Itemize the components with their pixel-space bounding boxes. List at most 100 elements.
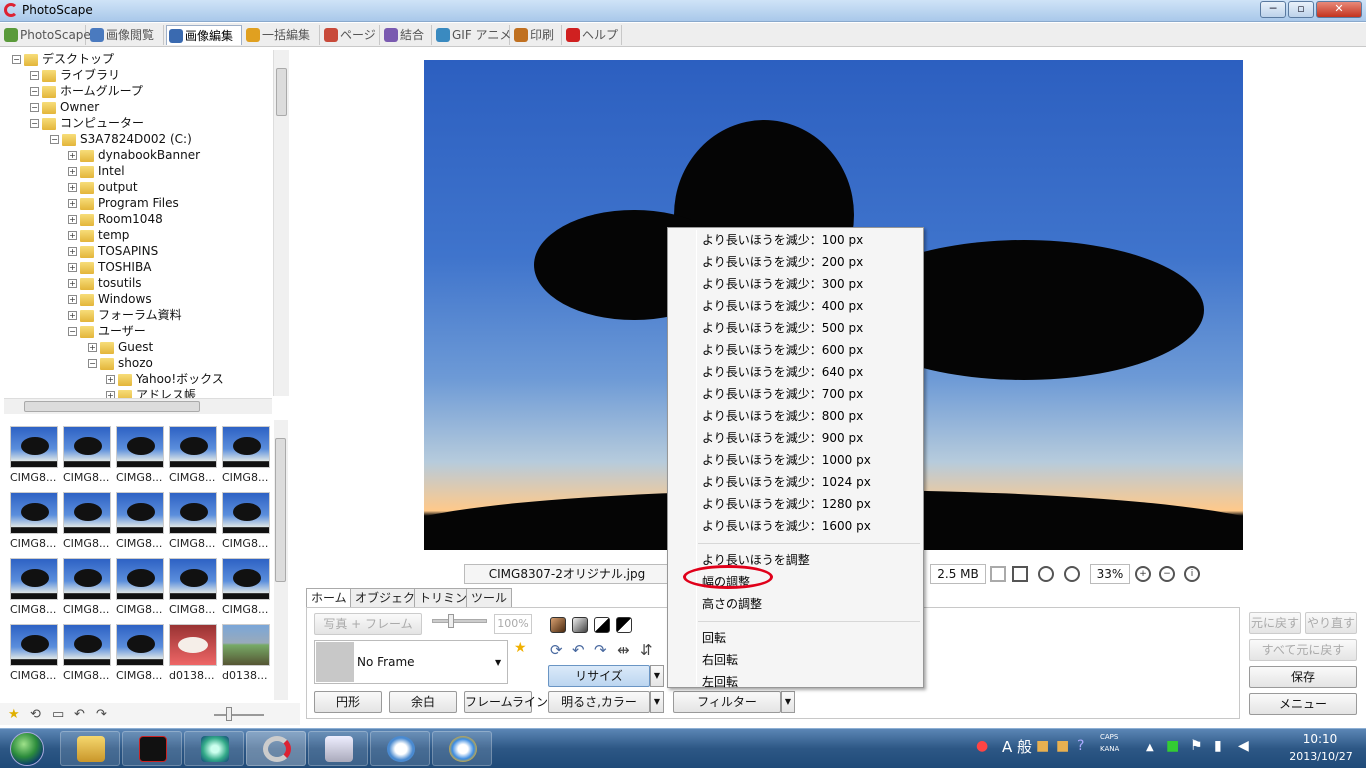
tree-expander-icon[interactable]: + bbox=[68, 247, 77, 256]
menu-item-reduce-longer-side[interactable]: より長いほうを減少：1024 px bbox=[702, 472, 871, 492]
tree-expander-icon[interactable]: − bbox=[30, 119, 39, 128]
tree-node[interactable]: + temp bbox=[68, 227, 129, 243]
tab-batch-editor[interactable]: 一括編集 bbox=[244, 25, 320, 45]
thumbnail-item[interactable]: CIMG8... bbox=[63, 558, 113, 622]
menu-item-adjust-height[interactable]: 高さの調整 bbox=[702, 594, 762, 614]
tray-sync-icon[interactable]: ■ bbox=[1166, 738, 1179, 754]
tree-node[interactable]: − S3A7824D002 (C:) bbox=[50, 131, 192, 147]
zoom-in-icon[interactable]: + bbox=[1135, 566, 1151, 582]
scroll-thumb[interactable] bbox=[276, 68, 287, 116]
tab-photoscape[interactable]: PhotoScape bbox=[2, 25, 91, 45]
save-button[interactable]: 保存 bbox=[1249, 666, 1357, 688]
tree-expander-icon[interactable]: − bbox=[50, 135, 59, 144]
tree-expander-icon[interactable]: + bbox=[68, 263, 77, 272]
auto-contrast-icon[interactable] bbox=[572, 617, 588, 633]
tab-editor[interactable]: 画像編集 bbox=[166, 25, 242, 45]
tree-expander-icon[interactable]: + bbox=[68, 183, 77, 192]
tray-red-icon[interactable]: ● bbox=[976, 738, 988, 754]
tree-expander-icon[interactable]: + bbox=[68, 199, 77, 208]
tree-expander-icon[interactable]: + bbox=[106, 375, 115, 384]
back-arrow-icon[interactable]: ↶ bbox=[74, 707, 85, 722]
tree-node[interactable]: + output bbox=[68, 179, 138, 195]
tree-node[interactable]: − コンピューター bbox=[30, 115, 144, 131]
redo-button[interactable]: やり直す bbox=[1305, 612, 1357, 634]
margin-button[interactable]: 余白 bbox=[389, 691, 457, 713]
tree-expander-icon[interactable]: + bbox=[106, 391, 115, 398]
menu-button[interactable]: メニュー bbox=[1249, 693, 1357, 715]
menu-item-reduce-longer-side[interactable]: より長いほうを減少：300 px bbox=[702, 274, 863, 294]
tree-expander-icon[interactable]: + bbox=[68, 295, 77, 304]
tree-node[interactable]: + TOSHIBA bbox=[68, 259, 151, 275]
thumbnail-item[interactable]: CIMG8... bbox=[222, 492, 272, 556]
menu-item-reduce-longer-side[interactable]: より長いほうを減少：600 px bbox=[702, 340, 863, 360]
taskbar-word[interactable] bbox=[308, 731, 368, 766]
flip-horizontal-icon[interactable]: ⇹ bbox=[617, 641, 630, 659]
minimize-button[interactable]: ─ bbox=[1260, 1, 1286, 18]
thumbnail-item[interactable]: CIMG8... bbox=[169, 558, 219, 622]
menu-item-reduce-longer-side[interactable]: より長いほうを減少：800 px bbox=[702, 406, 863, 426]
tree-node[interactable]: − shozo bbox=[88, 355, 153, 371]
undo-all-button[interactable]: すべて元に戻す bbox=[1249, 639, 1357, 661]
frame-slider[interactable] bbox=[432, 619, 487, 623]
tree-expander-icon[interactable]: + bbox=[68, 167, 77, 176]
menu-item-reduce-longer-side[interactable]: より長いほうを減少：1280 px bbox=[702, 494, 871, 514]
volume-muted-icon[interactable]: ◀ bbox=[1238, 738, 1249, 754]
undo-button[interactable]: 元に戻す bbox=[1249, 612, 1301, 634]
thumbnail-item[interactable]: CIMG8... bbox=[63, 624, 113, 688]
tab-viewer[interactable]: 画像閲覧 bbox=[88, 25, 164, 45]
thumbnail-item[interactable]: CIMG8... bbox=[116, 624, 166, 688]
menu-item-reduce-longer-side[interactable]: より長いほうを減少：700 px bbox=[702, 384, 863, 404]
tree-node[interactable]: − ユーザー bbox=[68, 323, 146, 339]
scroll-thumb[interactable] bbox=[24, 401, 200, 412]
thumbnail-item[interactable]: CIMG8... bbox=[116, 558, 166, 622]
info-icon[interactable]: i bbox=[1184, 566, 1200, 582]
menu-item-reduce-longer-side[interactable]: より長いほうを減少：500 px bbox=[702, 318, 863, 338]
tree-node[interactable]: + Intel bbox=[68, 163, 125, 179]
thumbnail-item[interactable]: d0138... bbox=[222, 624, 272, 688]
clock-time[interactable]: 10:10 bbox=[1290, 732, 1350, 746]
tree-expander-icon[interactable]: + bbox=[68, 311, 77, 320]
menu-item-rotate[interactable]: 回転 bbox=[702, 628, 726, 648]
taskbar-explorer[interactable] bbox=[60, 731, 120, 766]
zoom-original-icon[interactable] bbox=[1038, 566, 1054, 582]
frame-slider-knob[interactable] bbox=[448, 614, 454, 628]
favorite-frame-star-icon[interactable]: ★ bbox=[514, 640, 527, 656]
tab-combine[interactable]: 結合 bbox=[382, 25, 432, 45]
frameline-button[interactable]: フレームライン bbox=[464, 691, 548, 713]
tab-page[interactable]: ページ bbox=[322, 25, 380, 45]
tree-expander-icon[interactable]: − bbox=[30, 87, 39, 96]
tree-horizontal-scrollbar[interactable] bbox=[4, 398, 272, 414]
zoom-fit-icon[interactable] bbox=[1064, 566, 1080, 582]
tab-home[interactable]: ホーム bbox=[306, 588, 352, 608]
thumbnail-item[interactable]: CIMG8... bbox=[116, 492, 166, 556]
menu-item-rotate-right[interactable]: 右回転 bbox=[702, 650, 738, 670]
thumbnail-item[interactable]: CIMG8... bbox=[116, 426, 166, 490]
rotate-left-icon[interactable]: ↶ bbox=[572, 641, 585, 659]
menu-item-rotate-left[interactable]: 左回転 bbox=[702, 672, 738, 692]
tab-gif[interactable]: GIF アニメ bbox=[434, 25, 511, 45]
thumbnail-item[interactable]: CIMG8... bbox=[10, 558, 60, 622]
tree-expander-icon[interactable]: − bbox=[68, 327, 77, 336]
filter-dropdown-chevron-icon[interactable]: ▼ bbox=[781, 691, 795, 713]
transparency-grid-icon[interactable] bbox=[990, 566, 1006, 582]
tree-expander-icon[interactable]: + bbox=[68, 215, 77, 224]
open-folder-icon[interactable]: ▭ bbox=[52, 707, 64, 722]
tree-node[interactable]: + Yahoo!ボックス bbox=[106, 371, 224, 387]
thumbnail-item[interactable]: CIMG8... bbox=[169, 492, 219, 556]
tree-node[interactable]: + TOSAPINS bbox=[68, 243, 158, 259]
menu-item-reduce-longer-side[interactable]: より長いほうを減少：100 px bbox=[702, 230, 863, 250]
tree-expander-icon[interactable]: − bbox=[12, 55, 21, 64]
tree-node[interactable]: − デスクトップ bbox=[12, 51, 114, 67]
taskbar-ie[interactable] bbox=[432, 731, 492, 766]
tree-node[interactable]: + Room1048 bbox=[68, 211, 163, 227]
tree-node[interactable]: − ホームグループ bbox=[30, 83, 143, 99]
tree-node[interactable]: − ライブラリ bbox=[30, 67, 120, 83]
invert-icon[interactable] bbox=[616, 617, 632, 633]
thumbnail-item[interactable]: d0138... bbox=[169, 624, 219, 688]
close-button[interactable]: ✕ bbox=[1316, 1, 1362, 18]
thumbnail-item[interactable]: CIMG8... bbox=[10, 426, 60, 490]
tab-tools[interactable]: ツール bbox=[466, 588, 513, 608]
menu-item-reduce-longer-side[interactable]: より長いほうを減少：1000 px bbox=[702, 450, 871, 470]
tree-node[interactable]: + Guest bbox=[88, 339, 153, 355]
scroll-thumb[interactable] bbox=[275, 438, 286, 582]
